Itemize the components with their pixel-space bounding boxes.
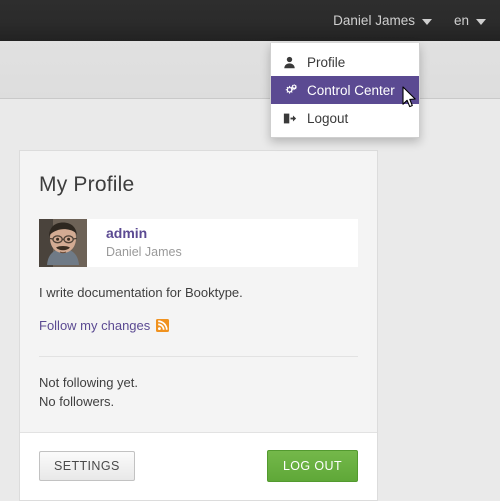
menu-item-logout[interactable]: Logout: [271, 104, 419, 132]
language-menu-label: en: [453, 13, 469, 28]
user-icon: [283, 56, 303, 69]
user-menu-toggle[interactable]: Daniel James: [333, 13, 432, 28]
menu-item-label: Control Center: [307, 82, 395, 98]
follow-changes-link[interactable]: Follow my changes: [39, 318, 150, 333]
user-fullname: Daniel James: [106, 244, 182, 259]
top-navigation-bar: Daniel James en: [0, 0, 500, 41]
follow-changes-row: Follow my changes: [39, 318, 358, 333]
page-title: My Profile: [39, 173, 135, 196]
secondary-bar: [0, 41, 500, 99]
user-meta: admin Daniel James: [106, 225, 182, 260]
user-summary-row: admin Daniel James: [39, 219, 358, 267]
chevron-down-icon: [421, 18, 432, 25]
section-divider: [39, 356, 358, 357]
user-menu-label: Daniel James: [333, 13, 415, 28]
profile-card-footer: SETTINGS LOG OUT: [20, 431, 377, 500]
user-dropdown-menu: Profile Control Center Logout: [270, 43, 420, 138]
logout-button[interactable]: LOG OUT: [266, 450, 358, 483]
following-count: Not following yet.: [39, 375, 138, 390]
profile-card: My Profile admin Daniel James I write do…: [19, 150, 378, 501]
chevron-down-icon: [476, 18, 486, 25]
language-menu-toggle[interactable]: en: [454, 13, 486, 28]
profile-card-body: My Profile admin Daniel James I write do…: [20, 151, 377, 432]
user-bio: I write documentation for Booktype.: [39, 285, 243, 300]
menu-item-control-center[interactable]: Control Center: [271, 76, 419, 104]
logout-icon: [283, 112, 303, 125]
settings-button[interactable]: SETTINGS: [39, 451, 135, 482]
gears-icon: [283, 83, 303, 97]
avatar: [39, 219, 87, 267]
user-login-link[interactable]: admin: [106, 225, 182, 243]
followers-count: No followers.: [39, 393, 115, 409]
menu-item-label: Logout: [307, 110, 349, 126]
menu-item-label: Profile: [307, 54, 346, 70]
rss-icon[interactable]: [156, 319, 170, 332]
follow-stats: Not following yet. No followers.: [39, 374, 358, 412]
menu-item-profile[interactable]: Profile: [271, 48, 419, 76]
